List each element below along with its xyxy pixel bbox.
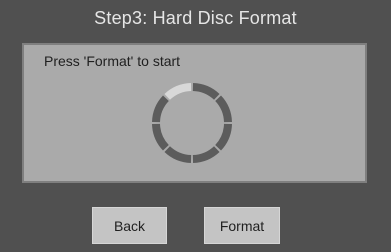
progress-ring-segment — [192, 146, 220, 163]
progress-ring-segment — [215, 123, 232, 151]
format-panel: Press 'Format' to start — [22, 43, 367, 183]
back-button[interactable]: Back — [92, 207, 167, 244]
progress-ring-icon — [152, 83, 232, 163]
format-button[interactable]: Format — [204, 207, 280, 244]
format-prompt: Press 'Format' to start — [44, 53, 181, 69]
progress-ring-segment — [215, 95, 232, 123]
progress-ring-segment — [192, 83, 220, 100]
progress-ring-segment — [152, 95, 169, 123]
progress-ring-segment — [164, 83, 192, 100]
page-title: Step3: Hard Disc Format — [94, 8, 297, 28]
progress-ring-segment — [152, 123, 169, 151]
progress-ring-segment — [164, 146, 192, 163]
